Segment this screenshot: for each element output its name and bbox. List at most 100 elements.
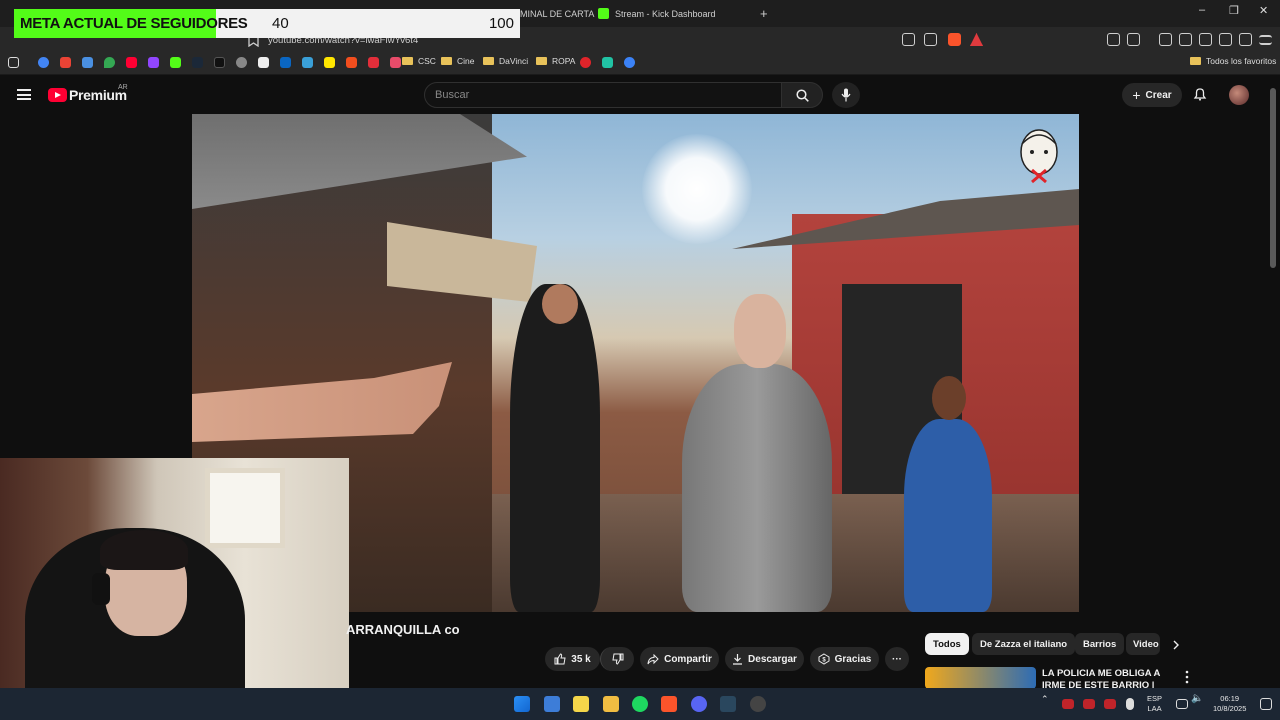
- recommendation-title[interactable]: LA POLICIA ME OBLIGA A IRME DE ESTE BARR…: [1042, 668, 1182, 690]
- chatgpt-icon[interactable]: [236, 57, 247, 68]
- folder-ropa[interactable]: ROPA: [536, 56, 575, 66]
- more-actions-button[interactable]: ···: [885, 647, 909, 671]
- kick-icon[interactable]: [170, 57, 181, 68]
- bookmark-site-icon[interactable]: [580, 57, 591, 68]
- all-bookmarks[interactable]: Todos los favoritos: [1190, 56, 1276, 66]
- flash-icon[interactable]: [368, 57, 379, 68]
- maps-icon[interactable]: [104, 57, 115, 68]
- sticky-notes-icon[interactable]: [573, 696, 589, 712]
- headset-icon: [92, 573, 110, 605]
- create-button[interactable]: + Crear: [1122, 83, 1182, 107]
- figma-icon[interactable]: [346, 57, 357, 68]
- leo-ai-icon[interactable]: [1219, 33, 1232, 46]
- gmail-icon[interactable]: [60, 57, 71, 68]
- gallery-icon[interactable]: [544, 696, 560, 712]
- kebab-menu-icon[interactable]: [1184, 670, 1190, 684]
- webcam-window: [205, 468, 285, 548]
- notifications-bell-icon[interactable]: [1193, 87, 1207, 101]
- menu-icon[interactable]: [1259, 35, 1272, 45]
- chip-de-zazza[interactable]: De Zazza el italiano: [972, 633, 1076, 655]
- amazon-icon[interactable]: [258, 57, 269, 68]
- account-avatar[interactable]: [1229, 85, 1249, 105]
- language-indicator[interactable]: ESP LAA: [1147, 694, 1162, 714]
- tab-kick-dashboard[interactable]: Stream - Kick Dashboard: [598, 2, 716, 25]
- clock[interactable]: 06:19 10/8/2025: [1213, 694, 1246, 714]
- windows-start-icon[interactable]: [514, 696, 530, 712]
- video-frame-person-head: [542, 284, 578, 324]
- chevron-right-icon[interactable]: [1172, 640, 1180, 650]
- network-icon[interactable]: [1176, 699, 1188, 709]
- close-button[interactable]: ✕: [1259, 4, 1268, 17]
- folder-icon: [536, 57, 547, 65]
- twitch-icon[interactable]: [148, 57, 159, 68]
- thanks-button[interactable]: $ Gracias: [810, 647, 879, 671]
- tray-app-icon[interactable]: [1062, 699, 1074, 709]
- steam-icon[interactable]: [192, 57, 203, 68]
- bookmark-site-icon[interactable]: [302, 57, 313, 68]
- like-button[interactable]: 35 k: [545, 647, 600, 671]
- extensions-icon[interactable]: [1107, 33, 1120, 46]
- wallet-icon[interactable]: [1199, 33, 1212, 46]
- bookmark-site-icon[interactable]: [602, 57, 613, 68]
- file-explorer-icon[interactable]: [603, 696, 619, 712]
- youtube-logo-icon[interactable]: [48, 88, 67, 102]
- like-count: 35 k: [571, 653, 591, 665]
- folder-icon: [441, 57, 452, 65]
- super-thanks-icon: $: [818, 653, 830, 665]
- google-icon[interactable]: [38, 57, 49, 68]
- calendar-icon[interactable]: [82, 57, 93, 68]
- video-frame-elder: [682, 364, 832, 612]
- bookmark-site-icon[interactable]: [390, 57, 401, 68]
- folder-csc[interactable]: CSC: [402, 56, 436, 66]
- search-button[interactable]: [781, 82, 823, 108]
- share-icon[interactable]: [924, 33, 937, 46]
- goal-label: META ACTUAL DE SEGUIDORES: [20, 15, 248, 32]
- brave-shield-icon[interactable]: [948, 33, 961, 46]
- youtube-icon[interactable]: [126, 57, 137, 68]
- tray-app-icon[interactable]: [1104, 699, 1116, 709]
- voice-search-button[interactable]: [832, 82, 860, 108]
- mercadolibre-icon[interactable]: [324, 57, 335, 68]
- share-button[interactable]: Compartir: [640, 647, 719, 671]
- spotify-icon[interactable]: [632, 696, 648, 712]
- tray-app-icon[interactable]: [1083, 699, 1095, 709]
- tiktok-icon[interactable]: [214, 57, 225, 68]
- tab-label: Stream - Kick Dashboard: [615, 8, 716, 19]
- microphone-icon[interactable]: [1126, 698, 1134, 710]
- obs-icon[interactable]: [750, 696, 766, 712]
- search-icon: [796, 89, 809, 102]
- folder-davinci[interactable]: DaVinci: [483, 56, 528, 66]
- brave-rewards-icon[interactable]: [970, 33, 983, 46]
- discord-icon[interactable]: [691, 696, 707, 712]
- folder-cine[interactable]: Cine: [441, 56, 474, 66]
- chip-todos[interactable]: Todos: [925, 633, 969, 655]
- new-tab-button[interactable]: +: [760, 2, 768, 25]
- video-frame-elder-head: [734, 294, 786, 368]
- download-button[interactable]: Descargar: [725, 647, 804, 671]
- brave-browser-icon[interactable]: [661, 696, 677, 712]
- tab-carta[interactable]: MINAL DE CARTA: [520, 2, 594, 25]
- bookmark-site-icon[interactable]: [624, 57, 635, 68]
- steam-icon[interactable]: [720, 696, 736, 712]
- recommendation-thumbnail[interactable]: [925, 667, 1036, 689]
- youtube-header: Premium AR Buscar + Crear: [0, 76, 1280, 114]
- tray-overflow-icon[interactable]: ⌃: [1041, 694, 1049, 704]
- linkedin-icon[interactable]: [280, 57, 291, 68]
- screen-icon[interactable]: [902, 33, 915, 46]
- sidebar-icon[interactable]: [1179, 33, 1192, 46]
- page-scrollbar[interactable]: [1270, 88, 1276, 268]
- chip-videos[interactable]: Video: [1126, 633, 1160, 655]
- apps-icon[interactable]: [8, 57, 19, 68]
- maximize-button[interactable]: ❐: [1229, 4, 1239, 17]
- folder-icon: [483, 57, 494, 65]
- volume-icon[interactable]: 🔈: [1191, 694, 1203, 704]
- screenshot-icon[interactable]: [1127, 33, 1140, 46]
- vpn-icon[interactable]: [1239, 33, 1252, 46]
- notification-center-icon[interactable]: [1260, 698, 1272, 710]
- dislike-button[interactable]: [600, 647, 634, 671]
- chip-barrios[interactable]: Barrios: [1075, 633, 1125, 655]
- search-input[interactable]: Buscar: [424, 82, 782, 108]
- hamburger-menu-icon[interactable]: [17, 89, 31, 100]
- music-icon[interactable]: [1159, 33, 1172, 46]
- minimize-button[interactable]: –: [1199, 4, 1205, 16]
